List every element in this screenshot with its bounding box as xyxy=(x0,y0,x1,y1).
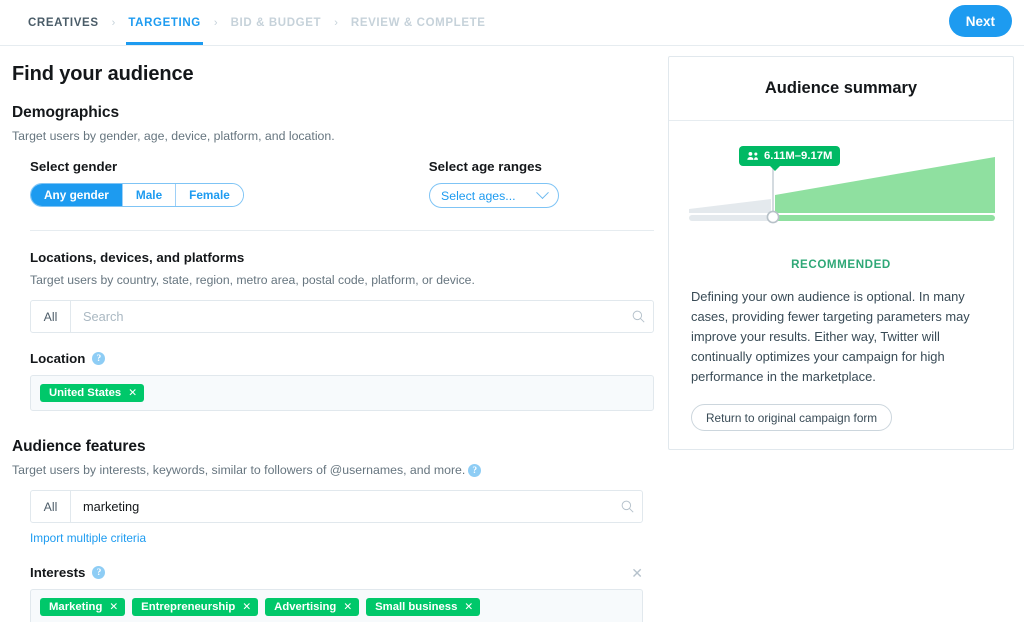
age-ranges-select[interactable]: Select ages... xyxy=(429,183,559,208)
features-searchbox: All xyxy=(30,490,643,523)
chevron-down-icon xyxy=(536,186,549,199)
reach-badge: 6.11M–9.17M xyxy=(739,146,840,166)
tag-item: United States ✕ xyxy=(40,384,144,402)
breadcrumb-step-targeting[interactable]: TARGETING xyxy=(126,0,203,45)
gender-field: Select gender Any gender Male Female xyxy=(30,159,244,208)
breadcrumb-step-label: BID & BUDGET xyxy=(231,17,322,29)
summary-title: Audience summary xyxy=(669,57,1013,121)
audience-features-description-text: Target users by interests, keywords, sim… xyxy=(12,463,465,477)
tag-label: Small business xyxy=(375,601,457,613)
tag-label: Entrepreneurship xyxy=(141,601,235,613)
import-multiple-criteria-link[interactable]: Import multiple criteria xyxy=(0,523,146,545)
demographics-description: Target users by gender, age, device, pla… xyxy=(0,122,668,143)
demographics-heading: Demographics xyxy=(0,86,668,122)
tag-remove-icon[interactable]: ✕ xyxy=(464,601,473,613)
gender-option-female[interactable]: Female xyxy=(176,184,243,206)
audience-summary-panel: Audience summary 6.11M–9.17M xyxy=(668,46,1024,450)
locations-heading: Locations, devices, and platforms xyxy=(0,231,668,265)
next-button[interactable]: Next xyxy=(949,5,1012,37)
gender-option-male[interactable]: Male xyxy=(123,184,176,206)
locations-search-input[interactable] xyxy=(71,301,623,332)
people-icon xyxy=(747,151,759,161)
features-search-input[interactable] xyxy=(71,491,612,522)
audience-reach-gauge: 6.11M–9.17M xyxy=(687,121,995,256)
tag-item: Entrepreneurship ✕ xyxy=(132,598,258,616)
help-icon[interactable]: ? xyxy=(92,352,105,365)
interests-label: Interests xyxy=(30,565,85,580)
summary-body-text: Defining your own audience is optional. … xyxy=(669,271,1013,387)
locations-searchbox: All xyxy=(30,300,654,333)
tag-label: Marketing xyxy=(49,601,102,613)
summary-card: Audience summary 6.11M–9.17M xyxy=(668,56,1014,450)
breadcrumb-bar: CREATIVES › TARGETING › BID & BUDGET › R… xyxy=(0,0,1024,46)
page-title: Find your audience xyxy=(0,46,668,86)
breadcrumb: CREATIVES › TARGETING › BID & BUDGET › R… xyxy=(0,0,488,45)
audience-features-description: Target users by interests, keywords, sim… xyxy=(0,456,668,477)
breadcrumb-step-bid-budget[interactable]: BID & BUDGET xyxy=(229,0,324,45)
tag-remove-icon[interactable]: ✕ xyxy=(343,601,352,613)
breadcrumb-step-review-complete[interactable]: REVIEW & COMPLETE xyxy=(349,0,488,45)
tag-label: United States xyxy=(49,387,121,399)
age-label: Select age ranges xyxy=(429,159,559,174)
demographics-fields: Select gender Any gender Male Female Sel… xyxy=(0,143,668,208)
location-label-row: Location ? xyxy=(0,333,668,366)
tag-item: Advertising ✕ xyxy=(265,598,359,616)
breadcrumb-step-label: CREATIVES xyxy=(28,17,99,29)
breadcrumb-separator: › xyxy=(101,0,127,45)
breadcrumb-step-label: REVIEW & COMPLETE xyxy=(351,17,486,29)
gauge-graphic xyxy=(687,121,997,231)
tag-remove-icon[interactable]: ✕ xyxy=(128,387,137,399)
tag-remove-icon[interactable]: ✕ xyxy=(242,601,251,613)
interests-tag-well: Marketing ✕ Entrepreneurship ✕ Advertisi… xyxy=(30,589,643,622)
tag-label: Advertising xyxy=(274,601,336,613)
location-tag-well: United States ✕ xyxy=(30,375,654,411)
targeting-form: Find your audience Demographics Target u… xyxy=(0,46,668,622)
age-ranges-value: Select ages... xyxy=(441,189,516,203)
tag-item: Marketing ✕ xyxy=(40,598,125,616)
gender-segmented-control: Any gender Male Female xyxy=(30,183,244,207)
interests-label-row: Interests ? ✕ xyxy=(0,547,668,580)
search-icon[interactable] xyxy=(612,500,642,513)
locations-description: Target users by country, state, region, … xyxy=(0,265,668,287)
breadcrumb-step-creatives[interactable]: CREATIVES xyxy=(26,0,101,45)
gender-label: Select gender xyxy=(30,159,244,174)
help-icon[interactable]: ? xyxy=(468,464,481,477)
tag-item: Small business ✕ xyxy=(366,598,480,616)
features-scope-all[interactable]: All xyxy=(31,491,71,522)
location-label: Location xyxy=(30,351,85,366)
gender-option-any[interactable]: Any gender xyxy=(31,184,123,206)
breadcrumb-separator: › xyxy=(203,0,229,45)
recommended-label: RECOMMENDED xyxy=(669,258,1013,271)
breadcrumb-separator: › xyxy=(323,0,349,45)
search-icon[interactable] xyxy=(623,310,653,323)
breadcrumb-step-label: TARGETING xyxy=(128,17,201,29)
tag-remove-icon[interactable]: ✕ xyxy=(109,601,118,613)
interests-close-icon[interactable]: ✕ xyxy=(631,566,643,580)
return-to-original-campaign-form-button[interactable]: Return to original campaign form xyxy=(691,404,892,431)
age-field: Select age ranges Select ages... xyxy=(429,159,559,208)
reach-badge-value: 6.11M–9.17M xyxy=(764,150,832,162)
help-icon[interactable]: ? xyxy=(92,566,105,579)
audience-features-heading: Audience features xyxy=(0,411,668,456)
locations-scope-all[interactable]: All xyxy=(31,301,71,332)
